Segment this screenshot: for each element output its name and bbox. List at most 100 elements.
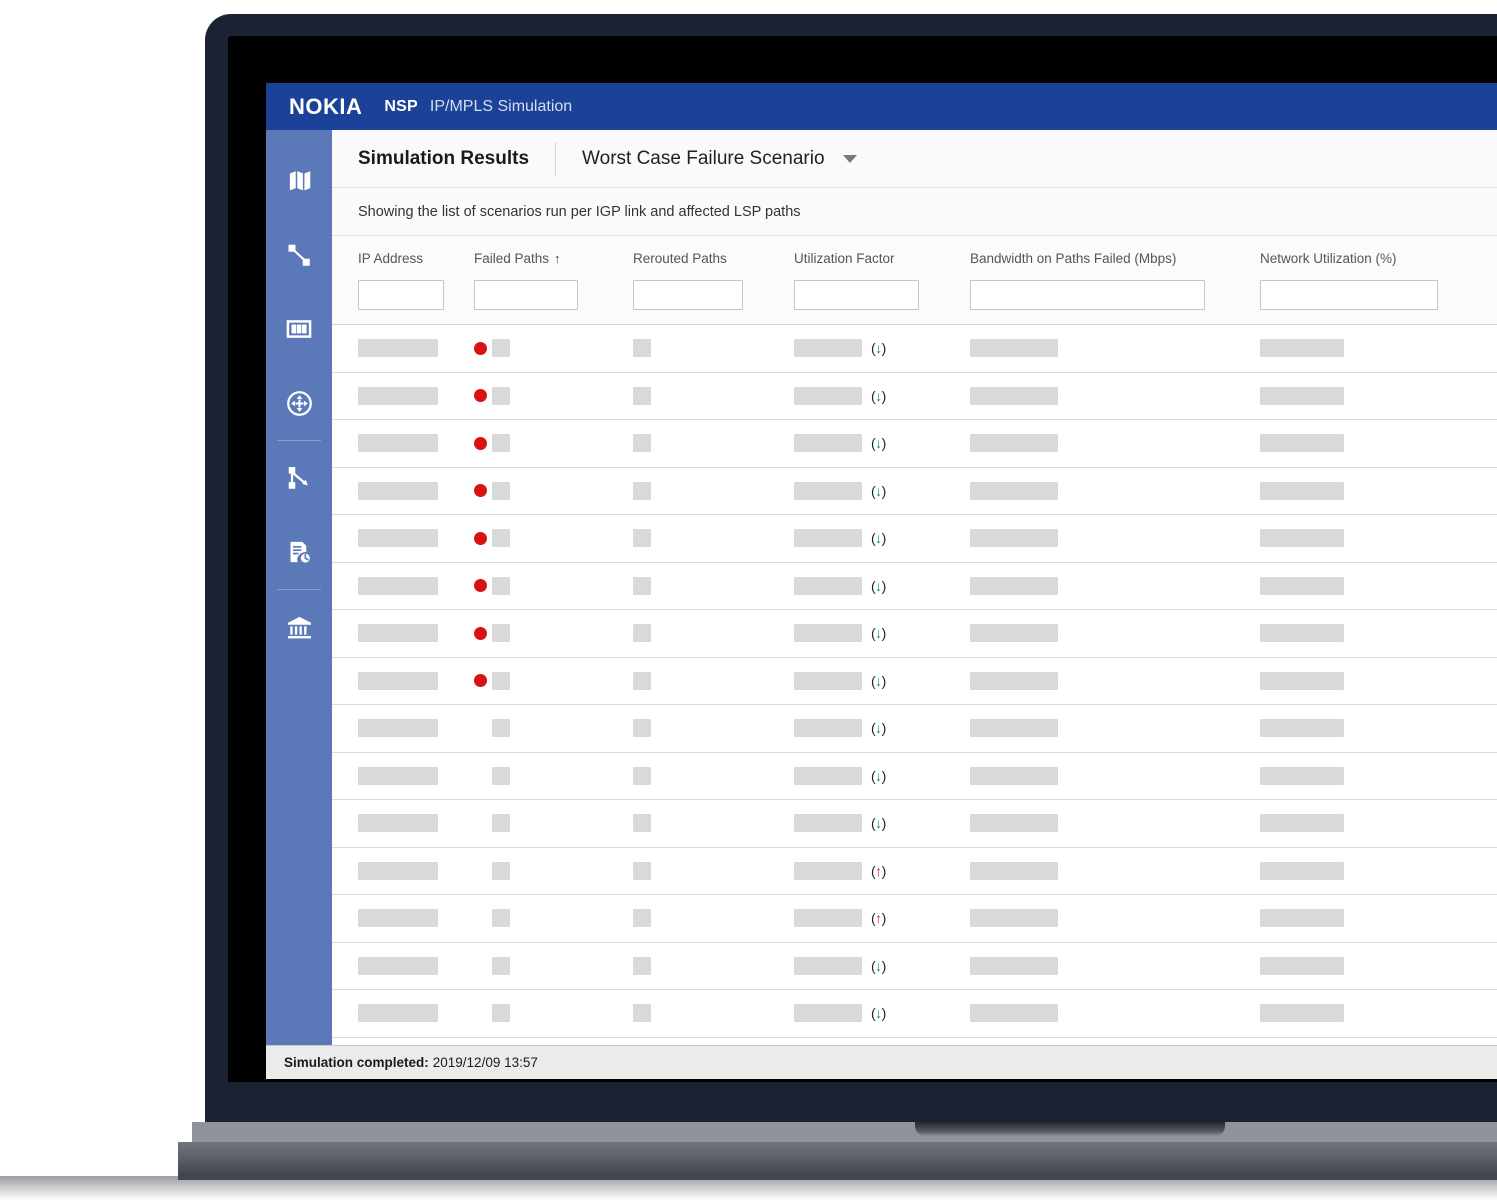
table-row[interactable]: (↓) bbox=[332, 515, 1497, 563]
redacted-value bbox=[794, 339, 862, 358]
trend-indicator-down-icon: (↓) bbox=[871, 957, 886, 974]
status-bar: Simulation completed: 2019/12/09 13:57 bbox=[266, 1045, 1497, 1079]
sidebar-item-reports[interactable] bbox=[266, 515, 332, 589]
trend-indicator-down-icon: (↓) bbox=[871, 482, 886, 499]
filter-input-utilization-factor[interactable] bbox=[794, 280, 919, 310]
move-icon bbox=[286, 390, 313, 417]
column-header-ip-address[interactable]: IP Address bbox=[332, 250, 474, 268]
redacted-value bbox=[970, 434, 1058, 453]
cell-bandwidth-failed bbox=[970, 766, 1260, 785]
laptop-shadow bbox=[0, 1176, 1497, 1200]
trend-indicator-down-icon: (↓) bbox=[871, 625, 886, 642]
sidebar-item-links[interactable] bbox=[266, 218, 332, 292]
table-row[interactable]: (↓) bbox=[332, 658, 1497, 705]
cell-ip-address bbox=[332, 434, 474, 453]
sidebar-item-columns[interactable] bbox=[266, 292, 332, 366]
cell-rerouted-paths bbox=[633, 956, 794, 975]
cell-ip-address bbox=[332, 1004, 474, 1023]
cell-network-utilization bbox=[1260, 719, 1497, 738]
cell-ip-address bbox=[332, 386, 474, 405]
redacted-value bbox=[970, 719, 1058, 738]
cell-rerouted-paths bbox=[633, 814, 794, 833]
trend-indicator-down-icon: (↓) bbox=[871, 387, 886, 404]
table-row[interactable]: (↑) bbox=[332, 848, 1497, 895]
redacted-value bbox=[970, 909, 1058, 928]
redacted-value bbox=[633, 576, 651, 595]
alert-dot-icon bbox=[474, 674, 487, 688]
redacted-value bbox=[794, 434, 862, 453]
redacted-value bbox=[794, 386, 862, 405]
alert-dot-icon bbox=[474, 341, 487, 355]
scenario-dropdown[interactable]: Worst Case Failure Scenario bbox=[556, 148, 857, 170]
redacted-value bbox=[492, 481, 510, 500]
cell-failed-paths bbox=[474, 861, 633, 880]
column-header-failed-paths[interactable]: Failed Paths ↑ bbox=[474, 250, 633, 268]
filter-input-network-utilization[interactable] bbox=[1260, 280, 1438, 310]
column-header-network-utilization[interactable]: Network Utilization (%) bbox=[1260, 250, 1497, 268]
column-header-rerouted-paths[interactable]: Rerouted Paths bbox=[633, 250, 794, 268]
trend-indicator-down-icon: (↓) bbox=[871, 672, 886, 689]
alert-dot-icon bbox=[474, 626, 487, 640]
cell-utilization-factor: (↓) bbox=[794, 1004, 970, 1023]
sidebar-item-path-split[interactable] bbox=[266, 441, 332, 515]
cell-network-utilization bbox=[1260, 624, 1497, 643]
cell-utilization-factor: (↓) bbox=[794, 671, 970, 690]
cell-rerouted-paths bbox=[633, 386, 794, 405]
table-row[interactable]: (↓) bbox=[332, 610, 1497, 658]
page-title: Simulation Results bbox=[358, 147, 530, 169]
redacted-value bbox=[492, 624, 510, 643]
filter-input-rerouted-paths[interactable] bbox=[633, 280, 743, 310]
sidebar-item-map[interactable] bbox=[266, 144, 332, 218]
cell-network-utilization bbox=[1260, 1004, 1497, 1023]
table-row[interactable]: (↓) bbox=[332, 420, 1497, 468]
column-header-utilization-factor[interactable]: Utilization Factor bbox=[794, 250, 970, 268]
sidebar-item-move[interactable] bbox=[266, 366, 332, 440]
table-row[interactable]: (↓) bbox=[332, 705, 1497, 753]
table-row[interactable]: (↓) bbox=[332, 990, 1497, 1038]
table-row[interactable]: (↓) bbox=[332, 943, 1497, 990]
redacted-value bbox=[794, 671, 862, 690]
cell-network-utilization bbox=[1260, 671, 1497, 690]
cell-bandwidth-failed bbox=[970, 624, 1260, 643]
table-row[interactable]: (↓) bbox=[332, 563, 1497, 610]
redacted-value bbox=[1260, 861, 1344, 880]
cell-bandwidth-failed bbox=[970, 339, 1260, 358]
cell-rerouted-paths bbox=[633, 719, 794, 738]
alert-dot-icon bbox=[474, 484, 487, 498]
table-row[interactable]: (↓) bbox=[332, 800, 1497, 848]
sidebar-item-inventory[interactable] bbox=[266, 590, 332, 664]
cell-rerouted-paths bbox=[633, 434, 794, 453]
cell-utilization-factor: (↓) bbox=[794, 576, 970, 595]
app-header: NOKIA NSP IP/MPLS Simulation bbox=[266, 83, 1497, 130]
cell-failed-paths bbox=[474, 386, 633, 405]
table-row[interactable]: (↓) bbox=[332, 753, 1497, 800]
redacted-value bbox=[1260, 766, 1344, 785]
redacted-value bbox=[970, 386, 1058, 405]
column-label: Network Utilization (%) bbox=[1260, 251, 1397, 266]
redacted-value bbox=[970, 529, 1058, 548]
table-row[interactable]: (↑) bbox=[332, 895, 1497, 943]
column-label: Bandwidth on Paths Failed (Mbps) bbox=[970, 251, 1177, 266]
cell-ip-address bbox=[332, 861, 474, 880]
cell-utilization-factor: (↑) bbox=[794, 909, 970, 928]
redacted-value bbox=[492, 861, 510, 880]
redacted-value bbox=[970, 1004, 1058, 1023]
table-row[interactable]: (↓) bbox=[332, 325, 1497, 373]
redacted-value bbox=[358, 861, 438, 880]
table-row[interactable]: (↓) bbox=[332, 468, 1497, 515]
redacted-value bbox=[794, 814, 862, 833]
filter-input-failed-paths[interactable] bbox=[474, 280, 578, 310]
trend-indicator-down-icon: (↓) bbox=[871, 815, 886, 832]
filter-input-ip-address[interactable] bbox=[358, 280, 444, 310]
column-header-bandwidth-failed[interactable]: Bandwidth on Paths Failed (Mbps) bbox=[970, 250, 1260, 268]
cell-bandwidth-failed bbox=[970, 434, 1260, 453]
trend-indicator-down-icon: (↓) bbox=[871, 720, 886, 737]
redacted-value bbox=[794, 719, 862, 738]
cell-bandwidth-failed bbox=[970, 529, 1260, 548]
document-history-icon bbox=[286, 539, 313, 566]
redacted-value bbox=[1260, 719, 1344, 738]
redacted-value bbox=[794, 576, 862, 595]
table-row[interactable]: (↓) bbox=[332, 373, 1497, 420]
redacted-value bbox=[1260, 576, 1344, 595]
filter-input-bandwidth-failed[interactable] bbox=[970, 280, 1205, 310]
